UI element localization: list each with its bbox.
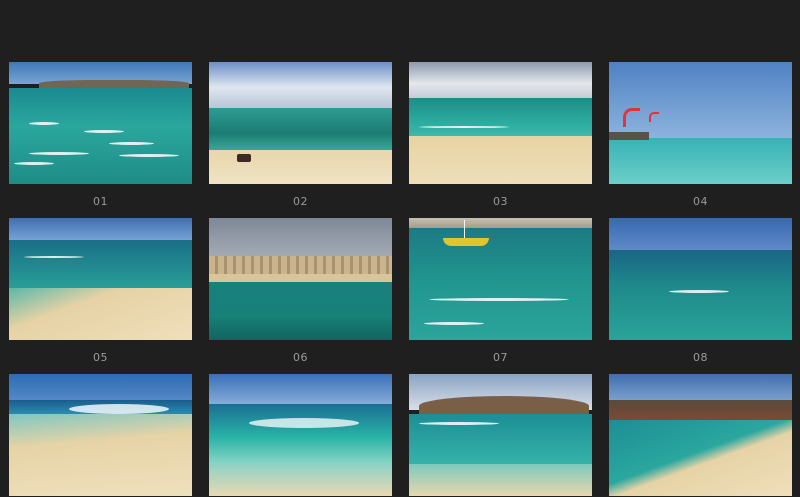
beach-thumbnail[interactable] xyxy=(609,218,792,340)
thumbnail-caption: 01 xyxy=(93,195,108,208)
thumbnail-caption: 07 xyxy=(493,351,508,364)
beach-thumbnail[interactable] xyxy=(409,62,592,184)
thumbnail-caption: 03 xyxy=(493,195,508,208)
thumbnail-caption: 06 xyxy=(293,351,308,364)
beach-thumbnail[interactable] xyxy=(609,374,792,496)
beach-thumbnail[interactable] xyxy=(209,62,392,184)
thumbnail-caption: 04 xyxy=(693,195,708,208)
beach-thumbnail[interactable] xyxy=(9,218,192,340)
boat-thumbnail[interactable] xyxy=(409,218,592,340)
beach-thumbnail[interactable] xyxy=(9,374,192,496)
thumbnail-caption: 05 xyxy=(93,351,108,364)
kitesurf-thumbnail[interactable] xyxy=(609,62,792,184)
beach-thumbnail[interactable] xyxy=(9,62,192,184)
thumbnail-gallery: 01 02 03 04 05 06 07 08 xyxy=(0,0,800,497)
beach-thumbnail[interactable] xyxy=(209,218,392,340)
beach-thumbnail[interactable] xyxy=(409,374,592,496)
thumbnail-caption: 02 xyxy=(293,195,308,208)
beach-thumbnail[interactable] xyxy=(209,374,392,496)
thumbnail-caption: 08 xyxy=(693,351,708,364)
